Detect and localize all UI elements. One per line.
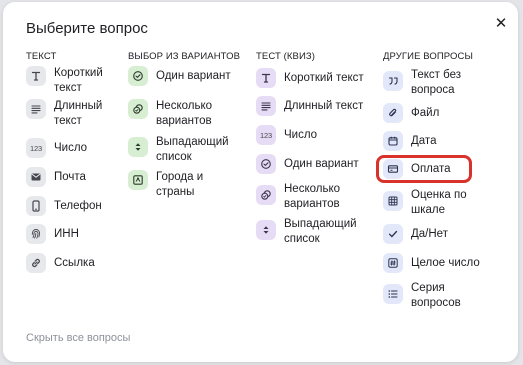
phone-icon — [26, 196, 46, 216]
item-label: Целое число — [411, 257, 480, 269]
other-type-question-series[interactable]: Серия вопросов — [383, 281, 481, 310]
item-label: Длинный текст — [54, 100, 103, 127]
paperclip-icon — [383, 103, 403, 123]
dropdown-icon — [128, 137, 148, 157]
radio-check-icon — [128, 66, 148, 86]
fingerprint-icon — [26, 224, 46, 244]
quiz-type-long-text[interactable]: Длинный текст — [256, 96, 374, 116]
question-type-cities[interactable]: Города и страны — [128, 170, 236, 199]
item-label: Один вариант — [156, 70, 231, 82]
item-label: Да/Нет — [411, 228, 448, 240]
other-type-yes-no[interactable]: Да/Нет — [383, 224, 483, 244]
multi-choice-icon — [256, 185, 276, 205]
long-text-icon — [26, 99, 46, 119]
map-icon — [128, 170, 148, 190]
text-t-icon — [26, 66, 46, 86]
list-icon — [383, 284, 403, 304]
dropdown-icon — [256, 220, 276, 240]
multi-choice-icon — [128, 99, 148, 119]
close-icon[interactable]: ✕ — [492, 14, 510, 32]
number-icon: 123 — [26, 138, 46, 158]
item-label: Оценка по шкале — [411, 189, 467, 216]
item-label: ИНН — [54, 228, 79, 240]
link-icon — [26, 253, 46, 273]
item-label: Оплата — [411, 163, 451, 175]
item-label: Файл — [411, 107, 440, 119]
question-type-email[interactable]: Почта — [26, 167, 126, 187]
column-text: ТЕКСТ — [26, 50, 56, 64]
item-label: Ссылка — [54, 257, 95, 269]
hash-icon — [383, 253, 403, 273]
item-label: Телефон — [54, 200, 102, 212]
question-type-number[interactable]: 123 Число — [26, 138, 126, 158]
quiz-type-dropdown[interactable]: Выпадающий список — [256, 217, 364, 246]
other-type-file[interactable]: Файл — [383, 103, 483, 123]
item-label: Длинный текст — [284, 100, 364, 112]
question-type-inn[interactable]: ИНН — [26, 224, 126, 244]
other-type-payment[interactable]: Оплата — [383, 159, 483, 179]
item-label: Короткий текст — [54, 67, 103, 94]
item-label: Выпадающий список — [284, 218, 357, 245]
quiz-type-short-text[interactable]: Короткий текст — [256, 68, 374, 88]
other-type-integer[interactable]: Целое число — [383, 253, 491, 273]
item-label: Число — [54, 142, 88, 154]
item-label: Серия вопросов — [411, 282, 461, 309]
item-label: Выпадающий список — [156, 136, 229, 163]
item-label: Города и страны — [156, 171, 204, 198]
other-type-date[interactable]: Дата — [383, 131, 483, 151]
quiz-type-single-choice[interactable]: Один вариант — [256, 154, 374, 174]
item-label: Несколько вариантов — [156, 100, 213, 127]
question-type-link[interactable]: Ссылка — [26, 253, 126, 273]
mail-icon — [26, 167, 46, 187]
question-type-short-text[interactable]: Короткий текст — [26, 66, 126, 95]
item-label: Число — [284, 129, 318, 141]
column-header: ТЕСТ (КВИЗ) — [256, 51, 315, 62]
item-label: Почта — [54, 171, 86, 183]
column-choice: ВЫБОР ИЗ ВАРИАНТОВ — [128, 50, 240, 64]
grid-scale-icon — [383, 191, 403, 211]
column-header: ТЕКСТ — [26, 51, 57, 62]
radio-check-icon — [256, 154, 276, 174]
question-type-long-text[interactable]: Длинный текст — [26, 99, 126, 128]
question-type-dropdown[interactable]: Выпадающий список — [128, 135, 236, 164]
dialog-title: Выберите вопрос — [26, 20, 148, 37]
other-type-text-no-question[interactable]: Текст без вопроса — [383, 68, 481, 97]
text-t-icon — [256, 68, 276, 88]
item-label: Дата — [411, 135, 437, 147]
other-type-scale[interactable]: Оценка по шкале — [383, 188, 481, 217]
item-label: Один вариант — [284, 158, 359, 170]
long-text-icon — [256, 96, 276, 116]
question-type-multi-choice[interactable]: Несколько вариантов — [128, 99, 236, 128]
payment-card-icon — [383, 159, 403, 179]
calendar-icon — [383, 131, 403, 151]
column-header: ВЫБОР ИЗ ВАРИАНТОВ — [128, 51, 241, 62]
item-label: Текст без вопроса — [411, 69, 462, 96]
quote-icon — [383, 71, 403, 91]
column-other: ДРУГИЕ ВОПРОСЫ — [383, 50, 473, 64]
question-type-single-choice[interactable]: Один вариант — [128, 66, 236, 86]
question-type-phone[interactable]: Телефон — [26, 196, 126, 216]
quiz-type-number[interactable]: 123 Число — [256, 125, 356, 145]
column-header: ДРУГИЕ ВОПРОСЫ — [383, 51, 473, 62]
item-label: Несколько вариантов — [284, 183, 341, 210]
column-quiz: ТЕСТ (КВИЗ) — [256, 50, 315, 64]
number-icon: 123 — [256, 125, 276, 145]
item-label: Короткий текст — [284, 72, 364, 84]
question-picker-dialog: Выберите вопрос ✕ ТЕКСТ ВЫБОР ИЗ ВАРИАНТ… — [3, 2, 518, 362]
hide-all-questions-link[interactable]: Скрыть все вопросы — [26, 332, 130, 344]
quiz-type-multi-choice[interactable]: Несколько вариантов — [256, 182, 364, 211]
checkmark-icon — [383, 224, 403, 244]
